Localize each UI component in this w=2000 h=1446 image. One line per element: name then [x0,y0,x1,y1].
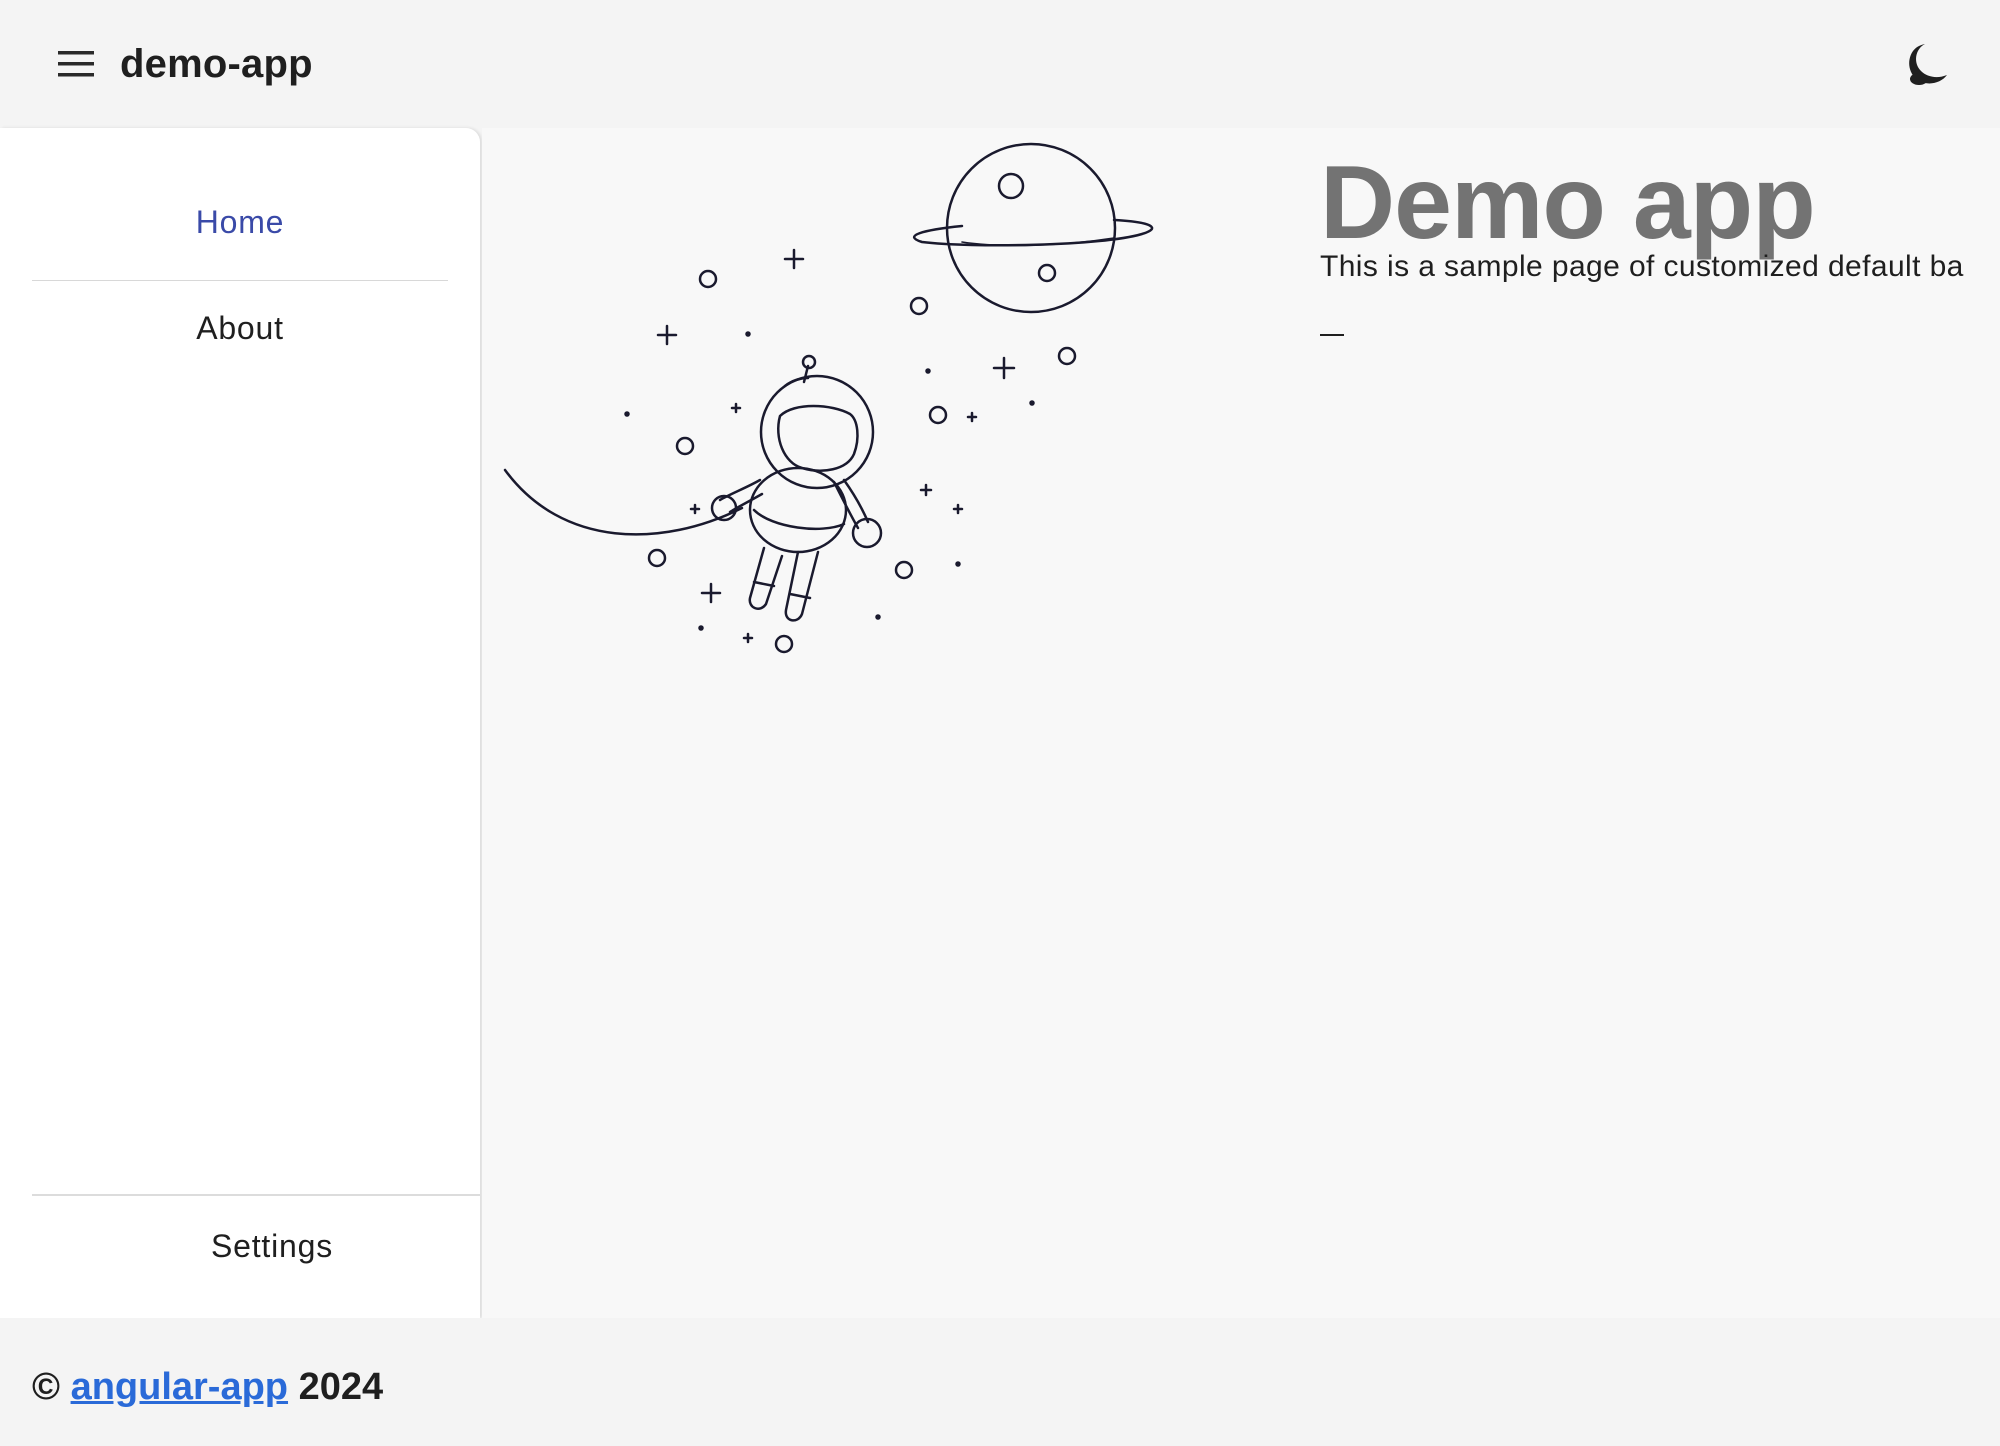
moon-icon [1909,44,1947,85]
nav-divider-bottom [32,1194,480,1196]
page-title: Demo app [1320,145,1816,261]
menu-toggle-button[interactable] [48,40,104,88]
menu-icon [58,51,94,77]
copyright-symbol: © [32,1366,60,1408]
sidenav-item-settings[interactable]: Settings [32,1228,512,1265]
top-toolbar: demo-app [0,0,2000,128]
footer-link[interactable]: angular-app [71,1366,288,1408]
decorative-dash [1320,334,1344,336]
app-root: demo-app Home About Settings Demo app Th… [0,0,2000,1446]
astronaut-illustration [503,142,1154,654]
sidenav-item-about[interactable]: About [0,310,480,347]
footer-year: 2024 [298,1366,384,1408]
footer: © angular-app 2024 [0,1318,2000,1446]
page-description: This is a sample page of customized defa… [1320,250,1964,283]
main-content: Demo app This is a sample page of custom… [482,128,2000,1318]
nav-divider [32,280,448,281]
theme-toggle-button[interactable] [1900,36,1956,92]
sidenav: Home About Settings [0,128,480,1318]
app-title: demo-app [120,42,313,86]
sidenav-item-home[interactable]: Home [0,204,480,241]
footer-copyright: © angular-app 2024 [32,1366,383,1409]
